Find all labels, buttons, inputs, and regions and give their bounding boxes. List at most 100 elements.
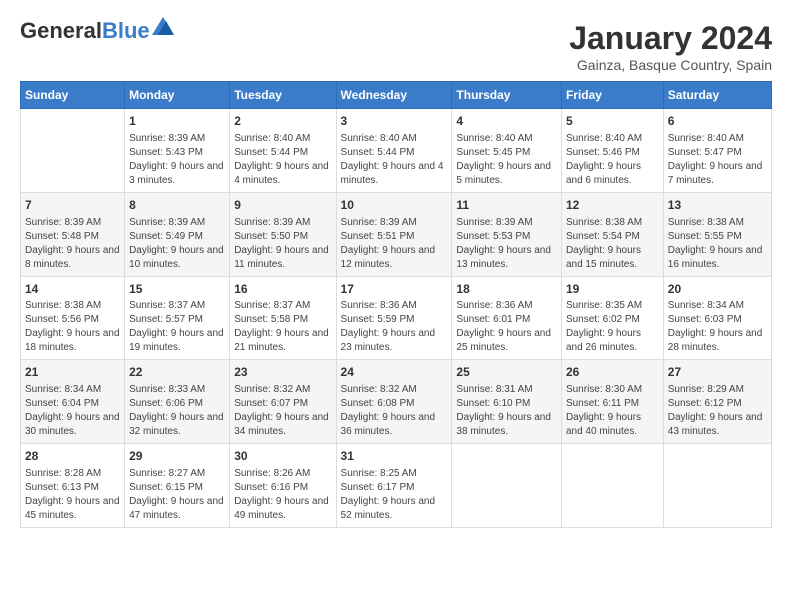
logo-text: GeneralBlue <box>20 20 150 42</box>
sunrise: Sunrise: 8:39 AM <box>456 216 557 230</box>
sunset: Sunset: 6:07 PM <box>234 397 331 411</box>
sunset: Sunset: 5:54 PM <box>566 230 659 244</box>
day-number: 6 <box>668 113 767 130</box>
header-monday: Monday <box>125 82 230 109</box>
header-wednesday: Wednesday <box>336 82 452 109</box>
day-number: 4 <box>456 113 557 130</box>
daylight: Daylight: 9 hours and 3 minutes. <box>129 160 225 188</box>
daylight: Daylight: 9 hours and 10 minutes. <box>129 244 225 272</box>
day-cell: 14Sunrise: 8:38 AMSunset: 5:56 PMDayligh… <box>21 276 125 360</box>
daylight: Daylight: 9 hours and 38 minutes. <box>456 411 557 439</box>
day-cell: 27Sunrise: 8:29 AMSunset: 6:12 PMDayligh… <box>663 360 771 444</box>
day-cell: 8Sunrise: 8:39 AMSunset: 5:49 PMDaylight… <box>125 192 230 276</box>
sunset: Sunset: 6:13 PM <box>25 481 120 495</box>
sunrise: Sunrise: 8:40 AM <box>668 132 767 146</box>
day-cell: 13Sunrise: 8:38 AMSunset: 5:55 PMDayligh… <box>663 192 771 276</box>
daylight: Daylight: 9 hours and 30 minutes. <box>25 411 120 439</box>
sunset: Sunset: 5:44 PM <box>341 146 448 160</box>
day-number: 15 <box>129 281 225 298</box>
sunset: Sunset: 6:10 PM <box>456 397 557 411</box>
sunset: Sunset: 6:16 PM <box>234 481 331 495</box>
sunrise: Sunrise: 8:32 AM <box>341 383 448 397</box>
daylight: Daylight: 9 hours and 21 minutes. <box>234 327 331 355</box>
day-cell: 19Sunrise: 8:35 AMSunset: 6:02 PMDayligh… <box>561 276 663 360</box>
header-row: Sunday Monday Tuesday Wednesday Thursday… <box>21 82 772 109</box>
day-cell: 6Sunrise: 8:40 AMSunset: 5:47 PMDaylight… <box>663 109 771 193</box>
sunrise: Sunrise: 8:34 AM <box>25 383 120 397</box>
daylight: Daylight: 9 hours and 5 minutes. <box>456 160 557 188</box>
day-cell <box>561 444 663 528</box>
daylight: Daylight: 9 hours and 18 minutes. <box>25 327 120 355</box>
day-number: 24 <box>341 364 448 381</box>
sunset: Sunset: 5:56 PM <box>25 313 120 327</box>
sunset: Sunset: 6:12 PM <box>668 397 767 411</box>
day-number: 5 <box>566 113 659 130</box>
day-number: 22 <box>129 364 225 381</box>
day-number: 2 <box>234 113 331 130</box>
daylight: Daylight: 9 hours and 13 minutes. <box>456 244 557 272</box>
logo: GeneralBlue <box>20 20 174 42</box>
day-cell: 24Sunrise: 8:32 AMSunset: 6:08 PMDayligh… <box>336 360 452 444</box>
sunrise: Sunrise: 8:35 AM <box>566 299 659 313</box>
sunset: Sunset: 5:59 PM <box>341 313 448 327</box>
sunrise: Sunrise: 8:25 AM <box>341 467 448 481</box>
week-row-4: 21Sunrise: 8:34 AMSunset: 6:04 PMDayligh… <box>21 360 772 444</box>
day-cell: 20Sunrise: 8:34 AMSunset: 6:03 PMDayligh… <box>663 276 771 360</box>
daylight: Daylight: 9 hours and 7 minutes. <box>668 160 767 188</box>
day-cell: 22Sunrise: 8:33 AMSunset: 6:06 PMDayligh… <box>125 360 230 444</box>
daylight: Daylight: 9 hours and 34 minutes. <box>234 411 331 439</box>
day-cell: 12Sunrise: 8:38 AMSunset: 5:54 PMDayligh… <box>561 192 663 276</box>
daylight: Daylight: 9 hours and 11 minutes. <box>234 244 331 272</box>
sunset: Sunset: 5:43 PM <box>129 146 225 160</box>
day-cell: 16Sunrise: 8:37 AMSunset: 5:58 PMDayligh… <box>230 276 336 360</box>
sunrise: Sunrise: 8:38 AM <box>25 299 120 313</box>
week-row-5: 28Sunrise: 8:28 AMSunset: 6:13 PMDayligh… <box>21 444 772 528</box>
week-row-1: 1Sunrise: 8:39 AMSunset: 5:43 PMDaylight… <box>21 109 772 193</box>
day-number: 28 <box>25 448 120 465</box>
day-number: 12 <box>566 197 659 214</box>
daylight: Daylight: 9 hours and 4 minutes. <box>234 160 331 188</box>
day-number: 14 <box>25 281 120 298</box>
day-number: 1 <box>129 113 225 130</box>
sunset: Sunset: 5:57 PM <box>129 313 225 327</box>
sunrise: Sunrise: 8:40 AM <box>341 132 448 146</box>
sunset: Sunset: 6:06 PM <box>129 397 225 411</box>
sunrise: Sunrise: 8:40 AM <box>566 132 659 146</box>
day-cell: 9Sunrise: 8:39 AMSunset: 5:50 PMDaylight… <box>230 192 336 276</box>
sunrise: Sunrise: 8:30 AM <box>566 383 659 397</box>
day-cell: 21Sunrise: 8:34 AMSunset: 6:04 PMDayligh… <box>21 360 125 444</box>
daylight: Daylight: 9 hours and 47 minutes. <box>129 495 225 523</box>
header-friday: Friday <box>561 82 663 109</box>
sunrise: Sunrise: 8:32 AM <box>234 383 331 397</box>
sunset: Sunset: 5:48 PM <box>25 230 120 244</box>
sunset: Sunset: 6:08 PM <box>341 397 448 411</box>
sunset: Sunset: 5:58 PM <box>234 313 331 327</box>
day-number: 7 <box>25 197 120 214</box>
sunset: Sunset: 5:46 PM <box>566 146 659 160</box>
day-number: 26 <box>566 364 659 381</box>
title-block: January 2024 Gainza, Basque Country, Spa… <box>569 20 772 73</box>
sunset: Sunset: 5:51 PM <box>341 230 448 244</box>
main-title: January 2024 <box>569 20 772 57</box>
sunrise: Sunrise: 8:34 AM <box>668 299 767 313</box>
day-number: 20 <box>668 281 767 298</box>
sunset: Sunset: 5:55 PM <box>668 230 767 244</box>
sunrise: Sunrise: 8:40 AM <box>456 132 557 146</box>
sunrise: Sunrise: 8:33 AM <box>129 383 225 397</box>
day-cell: 5Sunrise: 8:40 AMSunset: 5:46 PMDaylight… <box>561 109 663 193</box>
sunset: Sunset: 5:53 PM <box>456 230 557 244</box>
sunrise: Sunrise: 8:26 AM <box>234 467 331 481</box>
header-tuesday: Tuesday <box>230 82 336 109</box>
daylight: Daylight: 9 hours and 25 minutes. <box>456 327 557 355</box>
sunrise: Sunrise: 8:31 AM <box>456 383 557 397</box>
day-number: 27 <box>668 364 767 381</box>
daylight: Daylight: 9 hours and 15 minutes. <box>566 244 659 272</box>
sunrise: Sunrise: 8:38 AM <box>668 216 767 230</box>
day-cell: 3Sunrise: 8:40 AMSunset: 5:44 PMDaylight… <box>336 109 452 193</box>
day-number: 16 <box>234 281 331 298</box>
day-cell: 26Sunrise: 8:30 AMSunset: 6:11 PMDayligh… <box>561 360 663 444</box>
day-cell: 30Sunrise: 8:26 AMSunset: 6:16 PMDayligh… <box>230 444 336 528</box>
daylight: Daylight: 9 hours and 19 minutes. <box>129 327 225 355</box>
day-cell: 4Sunrise: 8:40 AMSunset: 5:45 PMDaylight… <box>452 109 562 193</box>
day-cell <box>21 109 125 193</box>
